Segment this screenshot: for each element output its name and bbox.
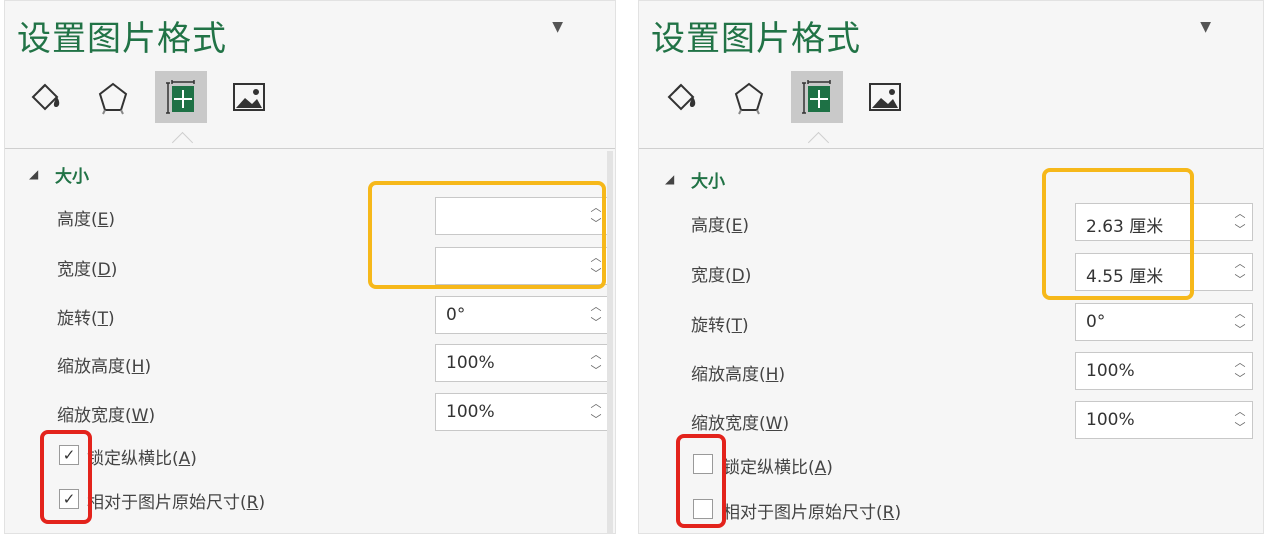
spin-down-icon[interactable]: ﹀	[588, 315, 604, 331]
checkmark-icon: ✓	[62, 446, 76, 464]
section-title-size[interactable]: 大小	[691, 167, 725, 192]
lock-aspect-ratio-label[interactable]: 锁定纵横比(A)	[87, 444, 197, 469]
size-properties-icon	[166, 80, 195, 114]
spin-down-icon[interactable]: ﹀	[588, 412, 604, 428]
spin-up-icon[interactable]: ︿	[588, 347, 604, 363]
spin-up-icon[interactable]: ︿	[588, 299, 604, 315]
picture-icon	[869, 83, 901, 111]
format-picture-pane-before: 设置图片格式 ▼ ◢ 大小 高度(E) ︿ ﹀ 宽度(D) ︿ ﹀ 旋转(T) …	[4, 0, 616, 534]
spin-down-icon[interactable]: ﹀	[588, 363, 604, 379]
scrollbar[interactable]	[607, 151, 613, 533]
rotation-value: 0°	[1086, 312, 1106, 332]
rotation-label: 旋转(T)	[57, 309, 115, 329]
scale-width-label: 缩放宽度(W)	[691, 414, 790, 434]
width-input[interactable]: ︿ ﹀	[435, 247, 609, 285]
scale-height-input[interactable]: 100% ︿ ﹀	[1075, 352, 1253, 390]
scale-height-value: 100%	[446, 353, 495, 373]
spin-up-icon[interactable]: ︿	[1232, 306, 1248, 322]
height-value: 2.63 厘米	[1086, 217, 1164, 237]
height-input[interactable]: ︿ ﹀	[435, 197, 609, 235]
tab-effects[interactable]	[723, 71, 775, 123]
spin-up-icon[interactable]: ︿	[1232, 256, 1248, 272]
picture-icon	[233, 83, 265, 111]
scale-height-label: 缩放高度(H)	[691, 365, 786, 385]
width-label: 宽度(D)	[57, 260, 118, 280]
relative-original-size-checkbox[interactable]: ✓	[59, 489, 79, 509]
scale-width-label: 缩放宽度(W)	[57, 406, 156, 426]
pane-title: 设置图片格式	[651, 19, 861, 59]
rotation-input[interactable]: 0° ︿ ﹀	[1075, 303, 1253, 341]
section-title-size[interactable]: 大小	[55, 162, 89, 187]
lock-aspect-ratio-label[interactable]: 锁定纵横比(A)	[723, 453, 833, 478]
tab-picture[interactable]	[223, 71, 275, 123]
spin-down-icon[interactable]: ﹀	[1232, 322, 1248, 338]
spin-up-icon[interactable]: ︿	[1232, 355, 1248, 371]
spin-up-icon[interactable]: ︿	[1232, 206, 1248, 222]
rotation-label: 旋转(T)	[691, 316, 749, 336]
height-input[interactable]: 2.63 厘米 ︿ ﹀	[1075, 203, 1253, 241]
active-tab-pointer	[807, 131, 830, 154]
scale-width-value: 100%	[446, 402, 495, 422]
spin-down-icon[interactable]: ﹀	[1232, 222, 1248, 238]
size-properties-icon	[802, 80, 831, 114]
fill-line-icon	[31, 83, 60, 111]
spin-down-icon[interactable]: ﹀	[1232, 420, 1248, 436]
width-input[interactable]: 4.55 厘米 ︿ ﹀	[1075, 253, 1253, 291]
height-label: 高度(E)	[57, 210, 116, 230]
scale-width-input[interactable]: 100% ︿ ﹀	[1075, 401, 1253, 439]
scale-height-input[interactable]: 100% ︿ ﹀	[435, 344, 609, 382]
spin-down-icon[interactable]: ﹀	[588, 266, 604, 282]
spin-up-icon[interactable]: ︿	[588, 250, 604, 266]
spin-up-icon[interactable]: ︿	[588, 200, 604, 216]
effects-icon	[734, 82, 764, 115]
relative-original-size-checkbox[interactable]	[693, 499, 713, 519]
lock-aspect-ratio-checkbox[interactable]	[693, 454, 713, 474]
dropdown-arrow-icon[interactable]: ▼	[552, 19, 563, 35]
height-label: 高度(E)	[691, 216, 750, 236]
checkmark-icon: ✓	[62, 490, 76, 508]
relative-original-size-label[interactable]: 相对于图片原始尺寸(R)	[87, 488, 265, 513]
width-value: 4.55 厘米	[1086, 267, 1164, 287]
rotation-value: 0°	[446, 305, 466, 325]
tab-fill-line[interactable]	[655, 71, 707, 123]
collapse-triangle-icon[interactable]: ◢	[665, 172, 674, 186]
lock-aspect-ratio-checkbox[interactable]: ✓	[59, 445, 79, 465]
spin-down-icon[interactable]: ﹀	[588, 216, 604, 232]
effects-icon	[98, 82, 128, 115]
scale-width-value: 100%	[1086, 410, 1135, 430]
active-tab-pointer	[171, 131, 194, 154]
tab-fill-line[interactable]	[19, 71, 71, 123]
relative-original-size-label[interactable]: 相对于图片原始尺寸(R)	[723, 498, 901, 523]
spin-up-icon[interactable]: ︿	[1232, 404, 1248, 420]
tab-picture[interactable]	[859, 71, 911, 123]
format-picture-pane-after: 设置图片格式 ▼ ◢ 大小 高度(E) 2.63 厘米 ︿ ﹀ 宽度(D) 4.…	[638, 0, 1264, 534]
spin-down-icon[interactable]: ﹀	[1232, 371, 1248, 387]
tab-size-properties[interactable]	[155, 71, 207, 123]
pane-title: 设置图片格式	[17, 19, 227, 59]
spin-up-icon[interactable]: ︿	[588, 396, 604, 412]
scale-height-value: 100%	[1086, 361, 1135, 381]
dropdown-arrow-icon[interactable]: ▼	[1200, 19, 1211, 35]
scale-height-label: 缩放高度(H)	[57, 357, 152, 377]
width-label: 宽度(D)	[691, 266, 752, 286]
scale-width-input[interactable]: 100% ︿ ﹀	[435, 393, 609, 431]
divider	[639, 148, 1263, 149]
tab-size-properties[interactable]	[791, 71, 843, 123]
spin-down-icon[interactable]: ﹀	[1232, 272, 1248, 288]
tab-effects[interactable]	[87, 71, 139, 123]
fill-line-icon	[667, 83, 696, 111]
collapse-triangle-icon[interactable]: ◢	[29, 167, 38, 181]
divider	[5, 148, 615, 149]
rotation-input[interactable]: 0° ︿ ﹀	[435, 296, 609, 334]
